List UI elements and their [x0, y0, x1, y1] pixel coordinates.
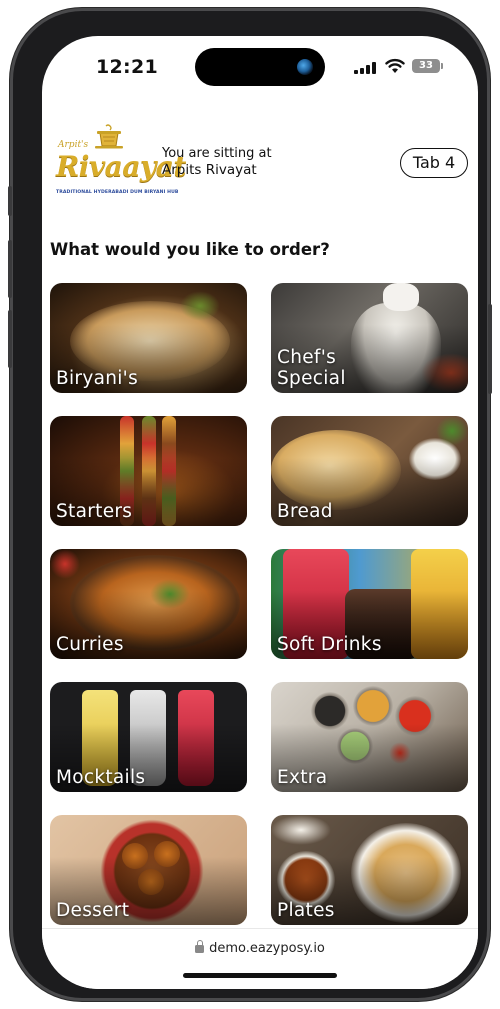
- category-tile-curries[interactable]: Curries: [50, 549, 247, 659]
- category-label: Chef's Special: [277, 347, 346, 389]
- power-button: [488, 304, 492, 394]
- lock-icon: [195, 940, 205, 953]
- category-tile-chefs-special[interactable]: Chef's Special: [271, 283, 468, 393]
- screen: 12:21 33 Arpit's Rivaayat TRADITIONAL HY…: [42, 36, 478, 989]
- wifi-icon: [385, 58, 405, 73]
- category-tile-mocktails[interactable]: Mocktails: [50, 682, 247, 792]
- category-tile-extra[interactable]: Extra: [271, 682, 468, 792]
- category-tile-biryanis[interactable]: Biryani's: [50, 283, 247, 393]
- mute-switch: [8, 186, 12, 216]
- status-time: 12:21: [96, 56, 158, 78]
- category-label: Mocktails: [56, 767, 146, 788]
- category-tile-plates[interactable]: Plates: [271, 815, 468, 925]
- category-label: Dessert: [56, 900, 130, 921]
- cellular-signal-icon: [354, 62, 376, 74]
- camera-icon: [297, 59, 313, 75]
- phone-frame: 12:21 33 Arpit's Rivaayat TRADITIONAL HY…: [8, 8, 492, 1001]
- sitting-label: You are sitting at: [162, 146, 272, 161]
- category-label: Extra: [277, 767, 328, 788]
- category-label: Biryani's: [56, 368, 139, 389]
- url-text: demo.eazyposy.io: [209, 941, 325, 956]
- category-tile-dessert[interactable]: Dessert: [50, 815, 247, 925]
- battery-icon: 33: [412, 59, 443, 73]
- biryani-pot-icon: [95, 124, 123, 149]
- page-title: What would you like to order?: [50, 240, 330, 259]
- category-label: Bread: [277, 501, 333, 522]
- category-label: Soft Drinks: [277, 634, 382, 655]
- table-badge[interactable]: Tab 4: [400, 148, 468, 178]
- home-indicator[interactable]: [183, 973, 337, 978]
- category-tile-soft-drinks[interactable]: Soft Drinks: [271, 549, 468, 659]
- restaurant-logo: Arpit's Rivaayat TRADITIONAL HYDERABADI …: [54, 124, 186, 202]
- url-field[interactable]: demo.eazyposy.io: [42, 940, 478, 956]
- browser-url-bar[interactable]: demo.eazyposy.io: [42, 928, 478, 989]
- category-tile-starters[interactable]: Starters: [50, 416, 247, 526]
- category-tile-bread[interactable]: Bread: [271, 416, 468, 526]
- restaurant-name: Arpits Rivayat: [162, 162, 257, 178]
- category-label: Plates: [277, 900, 335, 921]
- volume-down-button: [8, 310, 12, 368]
- logo-script-text: Arpit's: [58, 140, 89, 150]
- logo-tagline: TRADITIONAL HYDERABADI DUM BIRYANI HUB: [56, 190, 179, 195]
- category-label: Curries: [56, 634, 124, 655]
- dynamic-island: [195, 48, 325, 86]
- category-label: Starters: [56, 501, 133, 522]
- volume-up-button: [8, 240, 12, 298]
